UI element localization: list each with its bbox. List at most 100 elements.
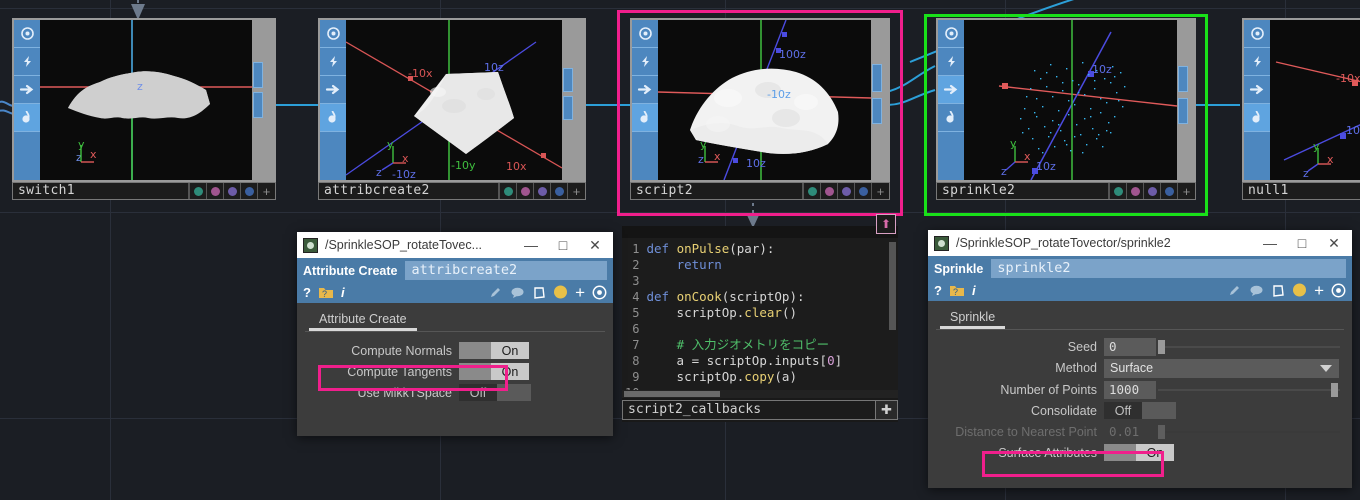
node-flag-rail[interactable] xyxy=(938,20,964,180)
horizontal-scrollbar[interactable] xyxy=(622,390,898,398)
node-flag-rail[interactable] xyxy=(1244,20,1270,180)
plus-icon[interactable]: + xyxy=(1314,282,1324,299)
bypass-icon[interactable] xyxy=(632,48,658,76)
node-footer[interactable]: switch1 + xyxy=(12,182,276,200)
node-attribcreate2[interactable]: -10x 10z 10x -10y -10z y z x attribcreat… xyxy=(318,18,586,200)
number-of-points-slider[interactable] xyxy=(1158,382,1340,397)
method-dropdown[interactable]: Surface xyxy=(1104,358,1339,378)
flag-dot[interactable] xyxy=(803,183,820,199)
slider-knob[interactable] xyxy=(1158,339,1165,354)
node-output-rail[interactable] xyxy=(871,20,883,180)
scroll-thumb[interactable] xyxy=(624,391,720,397)
output-connector[interactable] xyxy=(563,96,573,120)
slider-knob[interactable] xyxy=(1331,382,1338,397)
display-icon[interactable] xyxy=(14,76,40,104)
node-viewport[interactable]: -10x 10z y z x xyxy=(1270,20,1360,180)
number-of-points-field[interactable]: 1000 xyxy=(1104,380,1156,399)
display-icon[interactable] xyxy=(938,76,964,104)
viewer-icon[interactable] xyxy=(938,20,964,48)
output-connector[interactable] xyxy=(872,64,882,92)
python-icon[interactable] xyxy=(553,285,568,299)
flag-dot[interactable] xyxy=(516,183,533,199)
minimize-button[interactable]: — xyxy=(515,233,547,257)
node-sprinkle2[interactable]: 10z 10z y z x sprinkle2 + xyxy=(936,18,1196,200)
bypass-icon[interactable] xyxy=(14,48,40,76)
vertical-scrollbar[interactable] xyxy=(889,242,896,330)
maximize-button[interactable]: □ xyxy=(547,233,579,257)
viewer-icon[interactable] xyxy=(14,20,40,48)
display-icon[interactable] xyxy=(1244,76,1270,104)
param-row-consolidate[interactable]: Consolidate Off xyxy=(928,400,1352,421)
node-viewport[interactable]: 100z -10z 10z y z x xyxy=(658,20,871,180)
display-icon[interactable] xyxy=(632,76,658,104)
node-switch1[interactable]: z y z x switch1 + xyxy=(12,18,276,200)
render-icon[interactable] xyxy=(632,104,658,132)
script-editor-panel[interactable]: ⬆ 1 2 3 4 5 6 7 8 9 10 def onPulse(par):… xyxy=(622,214,898,422)
param-row-number-of-points[interactable]: Number of Points 1000 xyxy=(928,379,1352,400)
add-flag-icon[interactable]: + xyxy=(1177,183,1195,199)
tab-sprinkle[interactable]: Sprinkle xyxy=(940,310,1006,329)
output-connector[interactable] xyxy=(1178,98,1188,124)
comment-icon[interactable] xyxy=(510,286,525,299)
folder-help-icon[interactable]: ? xyxy=(318,286,334,299)
node-output-rail[interactable] xyxy=(252,20,264,180)
flag-dot[interactable] xyxy=(189,183,206,199)
dialog-title-bar[interactable]: /SprinkleSOP_rotateTovec... — □ ✕ xyxy=(297,232,613,258)
flag-dot[interactable] xyxy=(533,183,550,199)
param-row-use-mikktspace[interactable]: Use MikkTSpace Off xyxy=(297,382,613,403)
minimize-button[interactable]: — xyxy=(1254,231,1286,255)
param-row-compute-tangents[interactable]: Compute Tangents On xyxy=(297,361,613,382)
node-flag-rail[interactable] xyxy=(632,20,658,180)
output-connector[interactable] xyxy=(563,68,573,92)
node-output-rail[interactable] xyxy=(562,20,574,180)
code-text[interactable]: def onPulse(par): return def onCook(scrip… xyxy=(644,238,898,390)
maximize-button[interactable]: □ xyxy=(1286,231,1318,255)
help-icon[interactable]: ? xyxy=(934,284,942,297)
render-icon[interactable] xyxy=(320,104,346,132)
add-flag-icon[interactable]: + xyxy=(257,183,275,199)
display-icon[interactable] xyxy=(320,76,346,104)
viewer-icon[interactable] xyxy=(320,20,346,48)
consolidate-toggle[interactable]: Off xyxy=(1104,402,1176,419)
render-icon[interactable] xyxy=(14,104,40,132)
flag-dot[interactable] xyxy=(499,183,516,199)
python-icon[interactable] xyxy=(1292,283,1307,297)
node-script2[interactable]: 100z -10z 10z y z x script2 + xyxy=(630,18,890,200)
bypass-icon[interactable] xyxy=(320,48,346,76)
param-row-seed[interactable]: Seed 0 xyxy=(928,336,1352,357)
flag-dot[interactable] xyxy=(1143,183,1160,199)
code-area[interactable]: 1 2 3 4 5 6 7 8 9 10 def onPulse(par): r… xyxy=(622,238,898,400)
viewer-icon[interactable] xyxy=(1244,20,1270,48)
add-flag-icon[interactable]: + xyxy=(567,183,585,199)
bypass-icon[interactable] xyxy=(938,48,964,76)
target-icon[interactable] xyxy=(1331,283,1346,298)
viewer-icon[interactable] xyxy=(632,20,658,48)
target-icon[interactable] xyxy=(592,285,607,300)
comment-icon[interactable] xyxy=(1249,284,1264,297)
surface-attributes-toggle[interactable]: On xyxy=(1104,444,1174,461)
flag-dot[interactable] xyxy=(550,183,567,199)
go-up-icon[interactable]: ⬆ xyxy=(876,214,896,234)
dialog-title-bar[interactable]: /SprinkleSOP_rotateTovector/sprinkle2 — … xyxy=(928,230,1352,256)
param-row-surface-attributes[interactable]: Surface Attributes On xyxy=(928,442,1352,463)
flag-dot[interactable] xyxy=(223,183,240,199)
dialog-tab-row[interactable]: Sprinkle xyxy=(928,301,1352,329)
node-footer[interactable]: null1 xyxy=(1242,182,1360,200)
info-icon[interactable]: i xyxy=(972,284,976,297)
render-icon[interactable] xyxy=(938,104,964,132)
operator-name-field[interactable]: attribcreate2 xyxy=(405,261,607,280)
output-connector[interactable] xyxy=(253,62,263,88)
flag-dot[interactable] xyxy=(837,183,854,199)
param-row-method[interactable]: Method Surface xyxy=(928,357,1352,379)
script-name-field[interactable]: script2_callbacks xyxy=(622,400,876,420)
clipboard-icon[interactable] xyxy=(1271,284,1285,297)
clipboard-icon[interactable] xyxy=(532,286,546,299)
add-script-icon[interactable]: ✚ xyxy=(876,400,898,420)
flag-dot[interactable] xyxy=(1126,183,1143,199)
compute-normals-toggle[interactable]: On xyxy=(459,342,529,359)
seed-slider[interactable] xyxy=(1158,339,1340,354)
node-output-rail[interactable] xyxy=(1177,20,1189,180)
flag-dot[interactable] xyxy=(1109,183,1126,199)
info-icon[interactable]: i xyxy=(341,286,345,299)
flag-dot[interactable] xyxy=(206,183,223,199)
